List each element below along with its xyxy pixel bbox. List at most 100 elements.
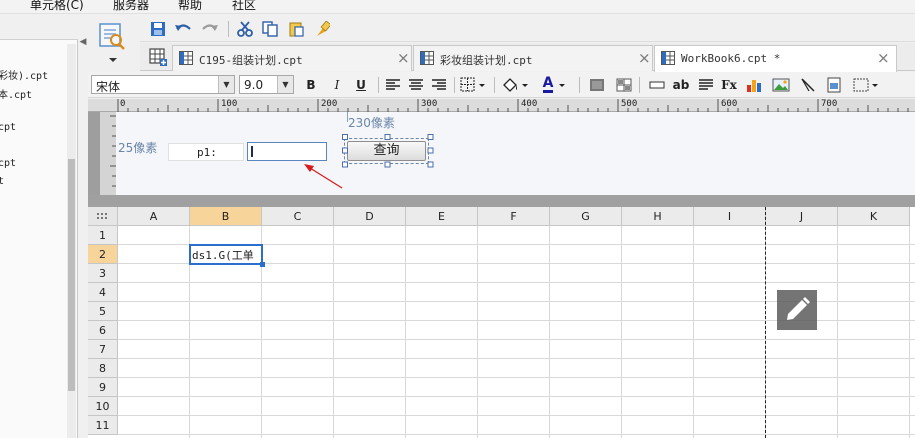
menu-community[interactable]: 社区 — [232, 0, 256, 13]
spreadsheet-grid[interactable]: A B C D E F G H I J K 1 2 3 4 5 6 7 8 9 10 11 ds1.G(工单 — [88, 207, 915, 438]
close-icon[interactable]: × — [397, 49, 410, 67]
close-icon[interactable]: × — [877, 49, 890, 67]
grid-vline — [909, 226, 910, 438]
toolbar-separator — [378, 77, 379, 93]
p1-input[interactable] — [247, 142, 327, 161]
paragraph-icon[interactable] — [697, 76, 715, 94]
bold-button[interactable]: B — [302, 76, 320, 94]
template-file-item[interactable]: t — [0, 176, 4, 187]
chevron-down-icon[interactable]: ▼ — [218, 76, 234, 93]
template-file-item[interactable]: 彩妆).cpt — [0, 67, 48, 82]
subreport-icon[interactable] — [825, 76, 843, 94]
template-file-item[interactable]: 本.cpt — [0, 86, 32, 101]
select-all-corner[interactable] — [88, 207, 118, 226]
text-element-button[interactable]: ab — [672, 76, 690, 94]
paste-icon[interactable] — [286, 19, 306, 39]
fill-handle[interactable] — [260, 262, 265, 267]
collapse-panel-icon[interactable]: ◀ — [79, 34, 87, 50]
align-center-icon[interactable] — [407, 76, 425, 94]
chevron-down-icon[interactable]: ▼ — [277, 76, 293, 93]
tab-label: C195-组装计划.cpt — [199, 54, 303, 67]
underline-button[interactable]: U — [352, 76, 370, 94]
offset-guide — [347, 112, 348, 122]
font-size-select[interactable]: 9.0 ▼ — [239, 75, 294, 94]
column-header-d[interactable]: D — [334, 207, 406, 226]
column-header-k[interactable]: K — [838, 207, 910, 226]
top-offset-annotation: 230像素 — [348, 116, 395, 130]
column-header-g[interactable]: G — [550, 207, 622, 226]
close-icon[interactable]: × — [638, 49, 651, 67]
save-icon[interactable] — [148, 19, 168, 39]
tab-workbook6[interactable]: WorkBook6.cpt * × — [654, 45, 897, 72]
quick-access-toolbar — [140, 16, 915, 42]
pane-divider[interactable] — [88, 195, 915, 207]
copy-icon[interactable] — [260, 19, 280, 39]
column-header-b[interactable]: B — [190, 207, 262, 226]
row-header-4[interactable]: 4 — [88, 283, 118, 302]
designer-icon[interactable] — [92, 18, 136, 66]
cut-icon[interactable] — [235, 19, 255, 39]
ruler-label: 500 — [621, 99, 638, 109]
tab-c195[interactable]: C195-组装计划.cpt × — [172, 45, 412, 71]
grid-vline — [837, 226, 838, 438]
font-family-select[interactable]: 宋体 ▼ — [91, 75, 235, 94]
grid-vline — [333, 226, 334, 438]
template-tree-panel: 彩妆).cpt 本.cpt cpt cpt t — [0, 14, 78, 438]
row-header-8[interactable]: 8 — [88, 359, 118, 378]
template-file-item[interactable]: cpt — [0, 122, 16, 133]
column-header-c[interactable]: C — [262, 207, 334, 226]
row-header-1[interactable]: 1 — [88, 226, 118, 245]
undo-icon[interactable] — [173, 19, 193, 39]
menu-help[interactable]: 帮助 — [178, 0, 202, 13]
column-header-e[interactable]: E — [406, 207, 478, 226]
toolbar-separator — [228, 21, 229, 37]
row-header-3[interactable]: 3 — [88, 264, 118, 283]
column-header-i[interactable]: I — [694, 207, 766, 226]
ruler-label: 600 — [721, 99, 738, 109]
column-header-h[interactable]: H — [622, 207, 694, 226]
align-left-icon[interactable] — [384, 76, 402, 94]
row-header-6[interactable]: 6 — [88, 321, 118, 340]
split-cells-icon[interactable] — [615, 76, 633, 94]
slash-line-icon[interactable] — [799, 76, 817, 94]
toolbar-separator — [454, 77, 455, 93]
font-color-icon[interactable]: A — [539, 76, 573, 94]
fill-color-icon[interactable] — [501, 76, 531, 94]
redo-icon[interactable] — [200, 19, 220, 39]
row-header-11[interactable]: 11 — [88, 416, 118, 435]
italic-button[interactable]: I — [328, 76, 346, 94]
row-header-9[interactable]: 9 — [88, 378, 118, 397]
insert-row-icon[interactable] — [648, 76, 666, 94]
resize-handles[interactable] — [342, 134, 434, 168]
template-file-item[interactable]: cpt — [0, 158, 16, 169]
grid-hline — [118, 396, 915, 397]
border-dropdown[interactable] — [460, 76, 488, 94]
annotation-arrow-icon — [304, 164, 343, 189]
row-header-2[interactable]: 2 — [88, 245, 118, 264]
row-header-5[interactable]: 5 — [88, 302, 118, 321]
tab-makeup[interactable]: 彩妆组装计划.cpt × — [413, 45, 653, 71]
p1-label-box[interactable]: p1: — [168, 143, 244, 161]
column-header-f[interactable]: F — [478, 207, 550, 226]
edit-pencil-button[interactable] — [777, 290, 817, 330]
column-header-j[interactable]: J — [766, 207, 838, 226]
more-dropdown[interactable] — [853, 76, 881, 94]
new-sheet-icon[interactable] — [148, 47, 168, 67]
image-icon[interactable] — [772, 76, 790, 94]
row-header-7[interactable]: 7 — [88, 340, 118, 359]
grid-vline — [693, 226, 694, 438]
left-panel-header — [0, 14, 78, 40]
format-painter-icon[interactable] — [312, 19, 332, 39]
menu-cell[interactable]: 单元格(C) — [30, 0, 84, 13]
align-right-icon[interactable] — [430, 76, 448, 94]
column-header-a[interactable]: A — [118, 207, 190, 226]
active-cell-b2[interactable]: ds1.G(工单 — [189, 244, 265, 267]
menu-bar: 单元格(C) 服务器 帮助 社区 — [0, 0, 915, 14]
chart-icon[interactable] — [746, 76, 764, 94]
formula-button[interactable]: Fx — [720, 76, 738, 94]
left-scrollbar-thumb[interactable] — [68, 159, 75, 391]
menu-server[interactable]: 服务器 — [113, 0, 149, 13]
ruler-label: 100 — [221, 99, 238, 109]
merge-cells-icon[interactable] — [588, 76, 606, 94]
row-header-10[interactable]: 10 — [88, 397, 118, 416]
